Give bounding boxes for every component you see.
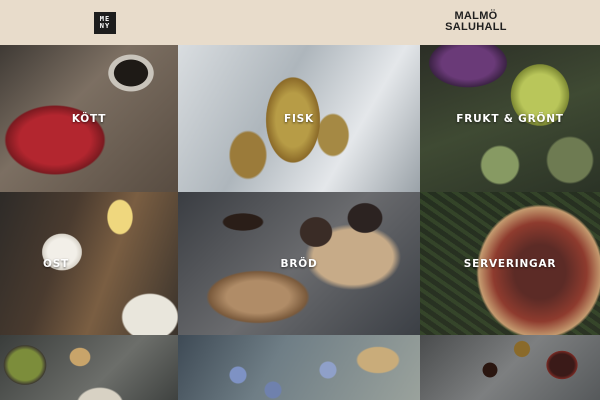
menu-label-line2: NY bbox=[99, 22, 111, 30]
category-tile-row3-middle[interactable] bbox=[178, 335, 420, 400]
logo-line2: SALUHALL bbox=[445, 21, 507, 33]
category-label: OST bbox=[42, 257, 70, 270]
category-label: BRÖD bbox=[280, 257, 318, 270]
category-tile-kott[interactable]: KÖTT bbox=[0, 45, 178, 192]
category-label: FISK bbox=[284, 112, 314, 125]
category-tile-serveringar[interactable]: SERVERINGAR bbox=[420, 192, 600, 335]
category-grid: KÖTT FISK FRUKT & GRÖNT OST BRÖD SERVERI… bbox=[0, 45, 600, 400]
category-label: KÖTT bbox=[71, 112, 107, 125]
category-tile-frukt-gront[interactable]: FRUKT & GRÖNT bbox=[420, 45, 600, 192]
category-tile-fisk[interactable]: FISK bbox=[178, 45, 420, 192]
category-tile-row3-right[interactable] bbox=[420, 335, 600, 400]
site-logo[interactable]: MALMÖ SALUHALL bbox=[443, 11, 509, 33]
category-tile-ost[interactable]: OST bbox=[0, 192, 178, 335]
menu-button[interactable]: ME NY bbox=[94, 12, 116, 34]
category-tile-brod[interactable]: BRÖD bbox=[178, 192, 420, 335]
site-header: ME NY MALMÖ SALUHALL bbox=[0, 0, 600, 45]
category-tile-row3-left[interactable] bbox=[0, 335, 178, 400]
category-label: SERVERINGAR bbox=[463, 257, 557, 270]
category-label: FRUKT & GRÖNT bbox=[456, 112, 564, 125]
